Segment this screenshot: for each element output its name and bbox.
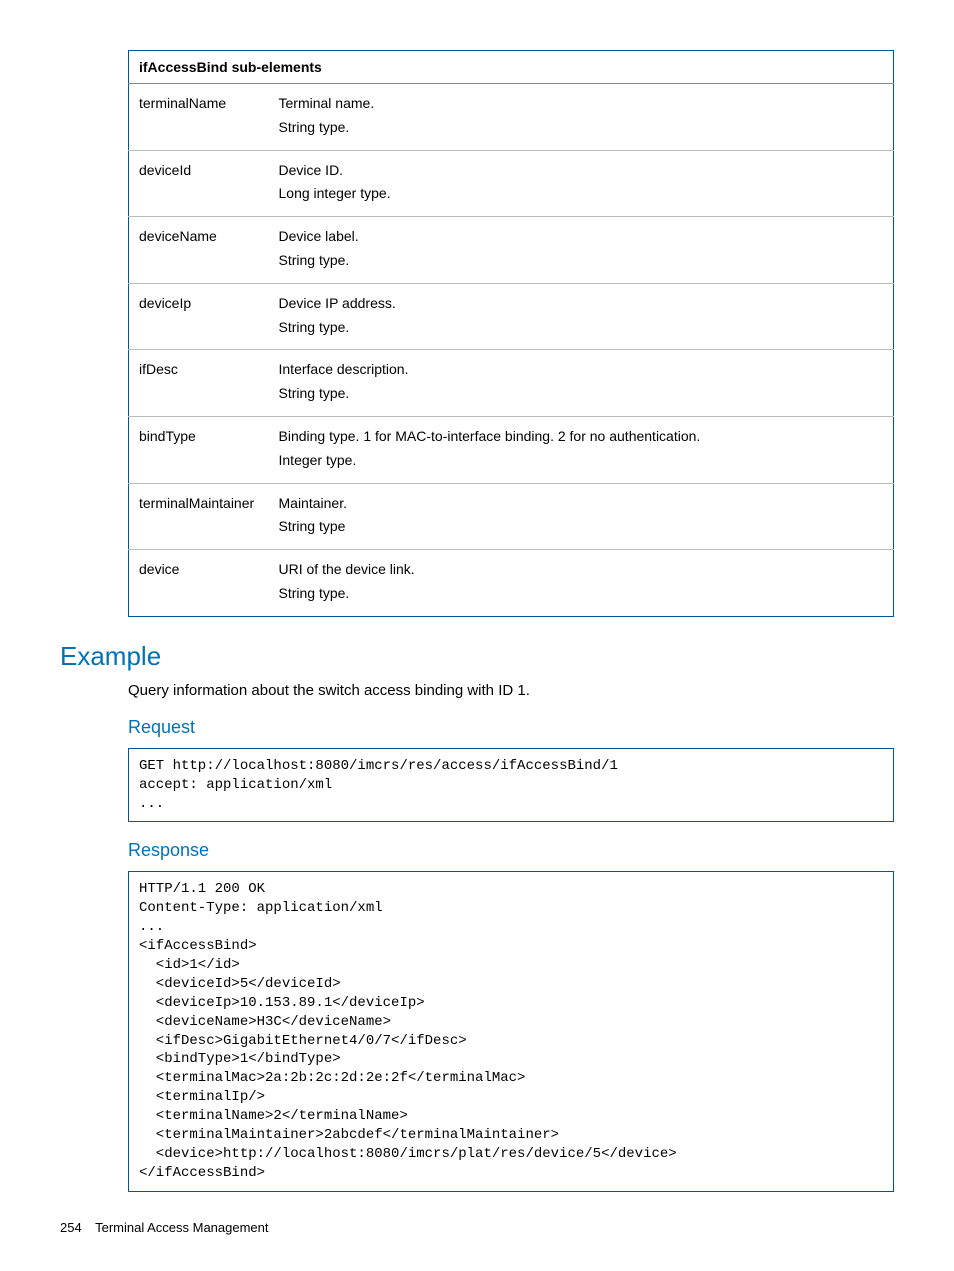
table-row: deviceURI of the device link.String type… (129, 550, 894, 617)
element-name: deviceId (129, 150, 269, 217)
element-description: URI of the device link.String type. (269, 550, 894, 617)
element-description: Terminal name.String type. (269, 84, 894, 151)
example-intro: Query information about the switch acces… (128, 682, 894, 699)
table-header: ifAccessBind sub-elements (129, 51, 894, 84)
table-row: terminalNameTerminal name.String type. (129, 84, 894, 151)
table-row: bindTypeBinding type. 1 for MAC-to-inter… (129, 416, 894, 483)
page-number: 254 (60, 1220, 82, 1235)
footer-title: Terminal Access Management (95, 1220, 268, 1235)
element-name: terminalMaintainer (129, 483, 269, 550)
element-name: device (129, 550, 269, 617)
response-heading: Response (128, 840, 894, 861)
element-name: deviceName (129, 217, 269, 284)
element-name: deviceIp (129, 283, 269, 350)
element-description: Device label.String type. (269, 217, 894, 284)
element-description: Interface description.String type. (269, 350, 894, 417)
table-row: terminalMaintainerMaintainer.String type (129, 483, 894, 550)
request-heading: Request (128, 717, 894, 738)
example-heading: Example (60, 641, 894, 672)
element-description: Maintainer.String type (269, 483, 894, 550)
element-description: Binding type. 1 for MAC-to-interface bin… (269, 416, 894, 483)
table-row: ifDescInterface description.String type. (129, 350, 894, 417)
page-footer: 254 Terminal Access Management (60, 1220, 269, 1235)
table-row: deviceNameDevice label.String type. (129, 217, 894, 284)
sub-elements-table: ifAccessBind sub-elements terminalNameTe… (128, 50, 894, 617)
request-code-block: GET http://localhost:8080/imcrs/res/acce… (128, 748, 894, 823)
response-code-block: HTTP/1.1 200 OK Content-Type: applicatio… (128, 871, 894, 1191)
element-name: terminalName (129, 84, 269, 151)
element-name: bindType (129, 416, 269, 483)
element-name: ifDesc (129, 350, 269, 417)
table-row: deviceIdDevice ID.Long integer type. (129, 150, 894, 217)
element-description: Device IP address.String type. (269, 283, 894, 350)
element-description: Device ID.Long integer type. (269, 150, 894, 217)
table-row: deviceIpDevice IP address.String type. (129, 283, 894, 350)
